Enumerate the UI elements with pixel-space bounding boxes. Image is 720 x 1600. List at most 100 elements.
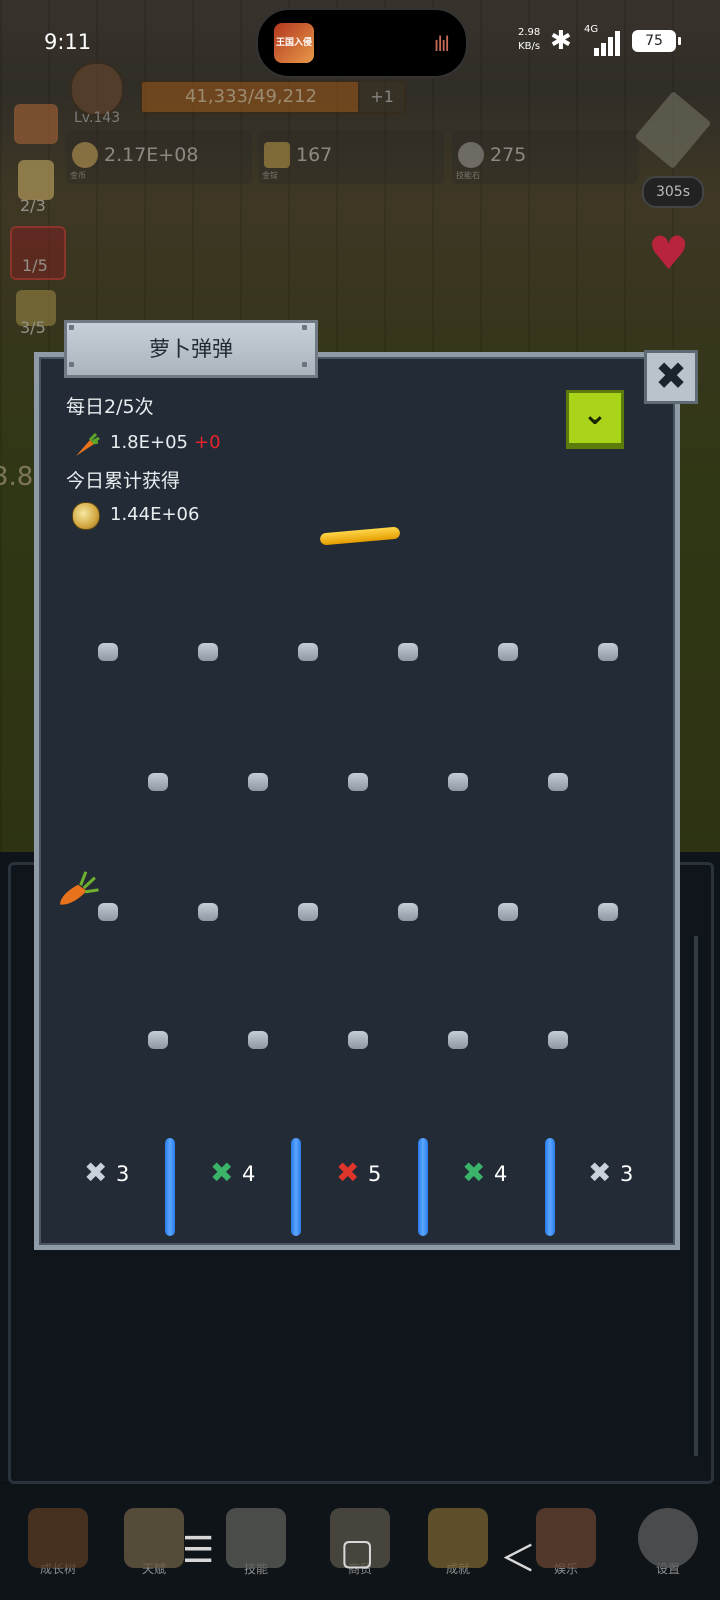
peg xyxy=(198,903,218,921)
peg xyxy=(448,1031,468,1049)
net-speed: 2.98 KB/s xyxy=(518,26,540,54)
net-speed-value: 2.98 xyxy=(518,27,541,38)
nav-growth-tree[interactable]: 成长树 xyxy=(18,1508,98,1588)
multiplier-value: 3 xyxy=(116,1162,130,1186)
slot-multiplier: ✖ 4 xyxy=(210,1158,290,1192)
peg xyxy=(498,643,518,661)
carrot-balance: 1.8E+05 +0 xyxy=(72,430,221,460)
network-type: 4G xyxy=(584,24,599,35)
coin-amount: 1.44E+06 xyxy=(110,504,200,525)
peg xyxy=(248,773,268,791)
bag-icon xyxy=(536,1508,596,1568)
clock: 9:11 xyxy=(44,30,92,54)
gold-coin-icon xyxy=(72,502,100,530)
peg xyxy=(348,1031,368,1049)
candle-count: 2/3 xyxy=(20,196,46,215)
xp-bar: 41,333/49,212 xyxy=(140,80,362,114)
dialog-title: 萝卜弹弹 xyxy=(64,320,318,378)
peg xyxy=(198,643,218,661)
peg xyxy=(248,1031,268,1049)
slot-divider xyxy=(418,1138,428,1236)
peg xyxy=(598,903,618,921)
menu-gesture-icon[interactable]: ☰ xyxy=(182,1530,214,1571)
level-label: Lv.143 xyxy=(74,110,121,126)
nav-settings[interactable]: 设置 xyxy=(628,1508,708,1588)
peg xyxy=(398,643,418,661)
gold-coin-icon xyxy=(72,142,98,168)
close-button[interactable]: ✖ xyxy=(644,350,698,404)
rivet xyxy=(69,325,74,330)
rivet xyxy=(302,325,307,330)
slot-multiplier: ✖ 3 xyxy=(84,1158,164,1192)
multiplier-value: 5 xyxy=(368,1162,382,1186)
peg xyxy=(148,1031,168,1049)
gold-resource: 2.17E+08 金币 xyxy=(66,130,252,184)
gold-ingot-icon xyxy=(264,142,290,168)
carrot-amount: 1.8E+05 xyxy=(110,432,188,453)
cup-count: 3/5 xyxy=(20,318,46,337)
app-icon: 王国入侵 xyxy=(274,23,314,63)
peg xyxy=(548,1031,568,1049)
dynamic-island[interactable]: 王国入侵 ılıl xyxy=(256,8,468,78)
bluetooth-icon: ✱ xyxy=(550,26,572,56)
slot-divider xyxy=(545,1138,555,1236)
timer-badge: 305s xyxy=(642,176,704,208)
sword-icon xyxy=(226,1508,286,1568)
peg xyxy=(148,773,168,791)
multiplier-value: 3 xyxy=(620,1162,634,1186)
key-icon xyxy=(428,1508,488,1568)
heart-icon[interactable]: ♥ xyxy=(648,230,689,276)
skillstone-label: 技能石 xyxy=(456,171,480,180)
scrollbar[interactable] xyxy=(694,936,698,1456)
skill-stone-icon xyxy=(458,142,484,168)
gold-label: 金币 xyxy=(70,171,86,180)
multiplier-x-icon: ✖ xyxy=(588,1156,612,1189)
gold-value: 2.17E+08 xyxy=(104,144,199,166)
rivet xyxy=(69,362,74,367)
net-speed-unit: KB/s xyxy=(518,41,541,52)
today-total-label: 今日累计获得 xyxy=(66,470,181,492)
carrot-icon xyxy=(76,432,100,456)
status-bar: 9:11 王国入侵 ılıl 2.98 KB/s ✱ 4G 75 xyxy=(0,0,720,84)
peg xyxy=(98,643,118,661)
peg xyxy=(598,643,618,661)
nav-achievement[interactable]: 成就 xyxy=(418,1508,498,1588)
ingot-label: 金锭 xyxy=(262,171,278,180)
peg xyxy=(298,903,318,921)
chest-count: 1/5 xyxy=(22,256,48,275)
peg xyxy=(548,773,568,791)
scroll-icon xyxy=(124,1508,184,1568)
skillstone-value: 275 xyxy=(490,144,527,166)
peg xyxy=(348,773,368,791)
expand-button[interactable]: ⌄ xyxy=(566,390,624,449)
skillstone-resource: 275 技能石 xyxy=(452,130,638,184)
slot-multiplier: ✖ 3 xyxy=(588,1158,668,1192)
nav-skill[interactable]: 技能 xyxy=(216,1508,296,1588)
slot-divider xyxy=(291,1138,301,1236)
multiplier-value: 4 xyxy=(494,1162,508,1186)
slot-multiplier: ✖ 4 xyxy=(462,1158,542,1192)
xp-plus-badge[interactable]: +1 xyxy=(358,80,406,114)
peg xyxy=(498,903,518,921)
signal-icon: 4G xyxy=(584,24,624,56)
peg xyxy=(398,903,418,921)
battery-icon: 75 xyxy=(632,30,681,52)
multiplier-x-icon: ✖ xyxy=(210,1156,234,1189)
slot-multiplier: ✖ 5 xyxy=(336,1158,416,1192)
candle-icon[interactable] xyxy=(18,160,54,200)
peg xyxy=(298,643,318,661)
nav-entertainment[interactable]: 娱乐 xyxy=(526,1508,606,1588)
back-gesture-icon[interactable]: ＜ xyxy=(500,1530,536,1582)
ingot-value: 167 xyxy=(296,144,333,166)
crown-icon[interactable] xyxy=(14,104,58,144)
multiplier-x-icon: ✖ xyxy=(336,1156,360,1189)
gear-icon xyxy=(638,1508,698,1568)
peg xyxy=(448,773,468,791)
multiplier-x-icon: ✖ xyxy=(462,1156,486,1189)
audio-wave-icon: ılıl xyxy=(433,32,450,56)
book-icon xyxy=(28,1508,88,1568)
home-gesture-icon[interactable]: ▢ xyxy=(340,1532,374,1573)
slot-divider xyxy=(165,1138,175,1236)
multiplier-x-icon: ✖ xyxy=(84,1156,108,1189)
ingot-resource: 167 金锭 xyxy=(258,130,444,184)
